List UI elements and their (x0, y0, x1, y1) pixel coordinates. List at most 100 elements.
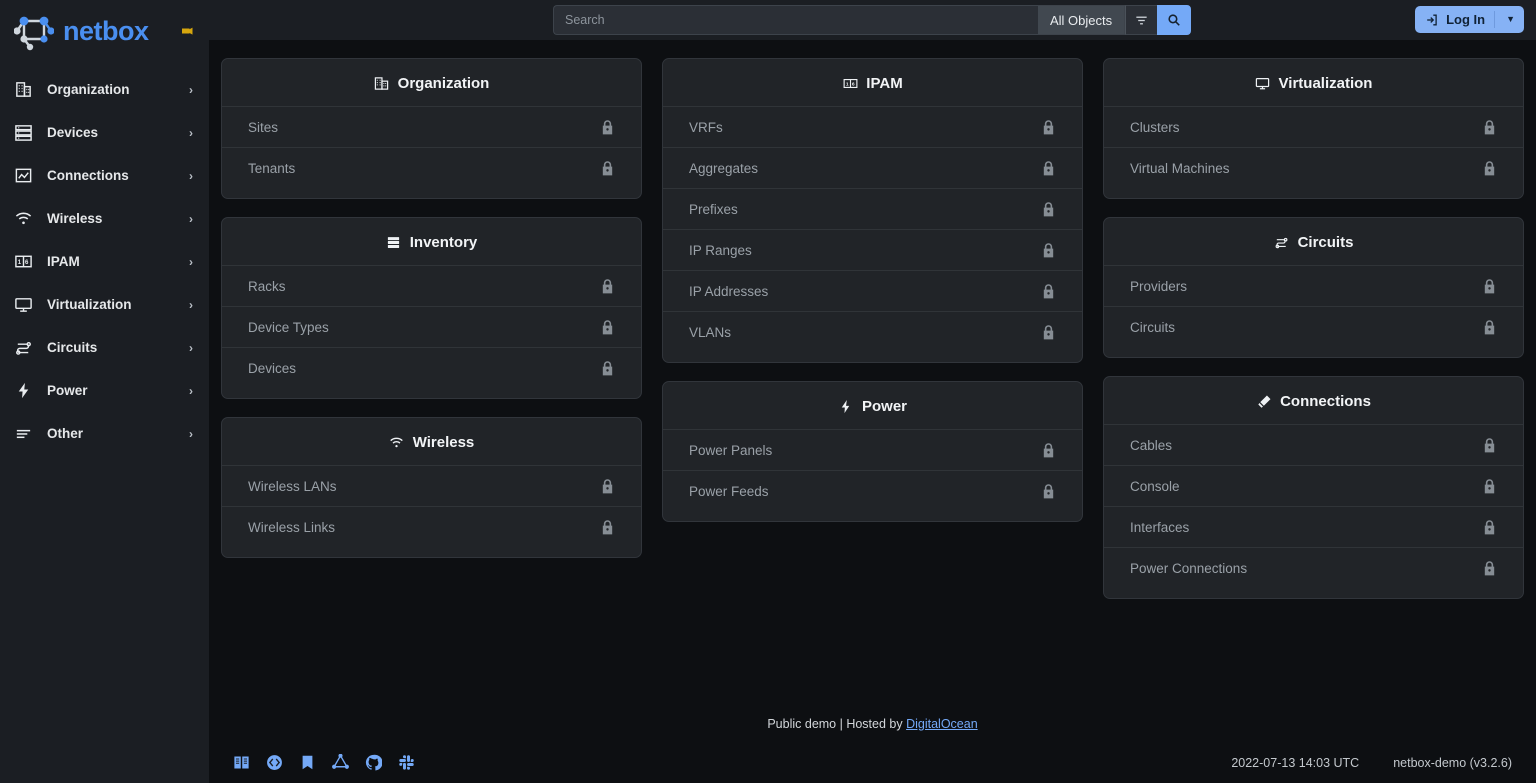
sidebar-item-virtualization[interactable]: Virtualization › (0, 283, 209, 326)
wifi-icon (389, 435, 405, 451)
list-item[interactable]: Aggregates (663, 147, 1082, 188)
row-label: Providers (1130, 279, 1482, 294)
filter-icon[interactable] (1125, 5, 1157, 35)
list-item[interactable]: Prefixes (663, 188, 1082, 229)
row-label: VRFs (689, 120, 1041, 135)
row-label: Console (1130, 479, 1482, 494)
chevron-right-icon: › (189, 84, 193, 96)
server-icon (386, 235, 402, 251)
building-icon (374, 76, 390, 92)
list-item[interactable]: Console (1104, 465, 1523, 506)
wireless-icon (14, 209, 33, 228)
slack-icon[interactable] (398, 754, 415, 771)
dashboard-content: Organization Sites Tenants (209, 40, 1536, 715)
list-item[interactable]: Virtual Machines (1104, 147, 1523, 188)
list-item[interactable]: Tenants (222, 147, 641, 188)
sidebar-item-power[interactable]: Power › (0, 369, 209, 412)
digitalocean-link[interactable]: DigitalOcean (906, 717, 978, 731)
list-item[interactable]: Power Feeds (663, 470, 1082, 511)
lock-icon (600, 278, 615, 295)
brand-header[interactable]: netbox (0, 0, 209, 62)
lock-icon (1041, 283, 1056, 300)
lock-icon (1041, 324, 1056, 341)
sidebar-item-devices[interactable]: Devices › (0, 111, 209, 154)
row-label: Racks (248, 279, 600, 294)
chevron-right-icon: › (189, 170, 193, 182)
lock-icon (1041, 242, 1056, 259)
lock-icon (1482, 560, 1497, 577)
card-header: Circuits (1104, 228, 1523, 265)
list-item[interactable]: Circuits (1104, 306, 1523, 347)
list-item[interactable]: Providers (1104, 265, 1523, 306)
graphql-icon[interactable] (332, 754, 349, 771)
card-ipam: 1 6 IPAM VRFs Aggregates (662, 58, 1083, 363)
row-label: Clusters (1130, 120, 1482, 135)
list-item[interactable]: Devices (222, 347, 641, 388)
chevron-down-icon[interactable]: ▼ (1502, 15, 1515, 24)
search-icon (1167, 13, 1181, 27)
lock-icon (1482, 437, 1497, 454)
lock-icon (1482, 478, 1497, 495)
svg-text:1: 1 (18, 259, 22, 266)
sidebar-item-label: Devices (47, 125, 175, 140)
virtualization-icon (14, 295, 33, 314)
sidebar-item-ipam[interactable]: 1 6 IPAM › (0, 240, 209, 283)
sidebar: netbox Organization › (0, 0, 209, 783)
docs-book-icon[interactable] (233, 754, 250, 771)
row-label: IP Ranges (689, 243, 1041, 258)
row-label: Aggregates (689, 161, 1041, 176)
lightning-icon (838, 399, 854, 415)
list-item[interactable]: Wireless Links (222, 506, 641, 547)
lock-icon (1041, 442, 1056, 459)
top-header: All Objects Log In (209, 0, 1536, 40)
row-label: Sites (248, 120, 600, 135)
list-item[interactable]: Sites (222, 106, 641, 147)
sidebar-item-connections[interactable]: Connections › (0, 154, 209, 197)
list-item[interactable]: VRFs (663, 106, 1082, 147)
list-item[interactable]: IP Ranges (663, 229, 1082, 270)
card-header: 1 6 IPAM (663, 69, 1082, 106)
organization-icon (14, 80, 33, 99)
card-title: Connections (1280, 393, 1371, 410)
row-label: Cables (1130, 438, 1482, 453)
list-item[interactable]: Cables (1104, 424, 1523, 465)
pin-icon[interactable] (179, 23, 195, 39)
lock-icon (600, 478, 615, 495)
list-item[interactable]: IP Addresses (663, 270, 1082, 311)
chevron-right-icon: › (189, 256, 193, 268)
row-label: Circuits (1130, 320, 1482, 335)
github-icon[interactable] (365, 754, 382, 771)
row-label: Power Connections (1130, 561, 1482, 576)
lock-icon (1041, 160, 1056, 177)
list-item[interactable]: Interfaces (1104, 506, 1523, 547)
rest-api-icon[interactable] (266, 754, 283, 771)
lock-icon (600, 319, 615, 336)
main-area: All Objects Log In (209, 0, 1536, 783)
page-footer: Public demo | Hosted by DigitalOcean (209, 715, 1536, 783)
login-button[interactable]: Log In ▼ (1415, 6, 1524, 33)
lock-icon (1482, 119, 1497, 136)
sidebar-item-wireless[interactable]: Wireless › (0, 197, 209, 240)
changelog-icon[interactable] (299, 754, 316, 771)
list-item[interactable]: Wireless LANs (222, 465, 641, 506)
sidebar-item-label: Wireless (47, 211, 175, 226)
list-item[interactable]: VLANs (663, 311, 1082, 352)
card-header: Virtualization (1104, 69, 1523, 106)
list-item[interactable]: Clusters (1104, 106, 1523, 147)
sidebar-item-circuits[interactable]: Circuits › (0, 326, 209, 369)
connections-icon (14, 166, 33, 185)
search-bar: All Objects (553, 5, 1191, 35)
list-item[interactable]: Racks (222, 265, 641, 306)
search-input[interactable] (553, 5, 1038, 35)
sidebar-item-organization[interactable]: Organization › (0, 68, 209, 111)
list-item[interactable]: Power Connections (1104, 547, 1523, 588)
list-item[interactable]: Device Types (222, 306, 641, 347)
sidebar-nav: Organization › Devices › Connections › (0, 68, 209, 455)
card-title: Power (862, 398, 907, 415)
lock-icon (1041, 483, 1056, 500)
sidebar-item-other[interactable]: Other › (0, 412, 209, 455)
list-item[interactable]: Power Panels (663, 429, 1082, 470)
search-scope-dropdown[interactable]: All Objects (1038, 5, 1125, 35)
cable-icon (1256, 394, 1272, 410)
search-submit-button[interactable] (1157, 5, 1191, 35)
